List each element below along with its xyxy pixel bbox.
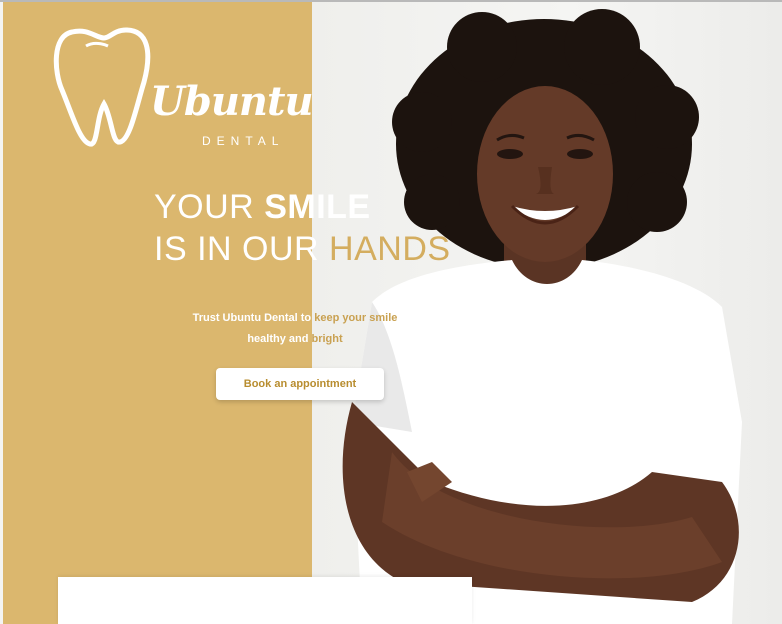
headline-line-1: YOUR SMILE xyxy=(154,186,451,228)
logo-wordmark: Ubuntu xyxy=(150,78,314,125)
headline-word-your: YOUR xyxy=(154,188,265,226)
subtext-part-b: keep your smile xyxy=(314,312,398,324)
brand-logo[interactable]: Ubuntu DENTAL xyxy=(52,22,314,157)
subtext-part-d: bright xyxy=(311,333,343,345)
subtext-line-2: healthy and bright xyxy=(175,329,415,350)
logo-subtitle: DENTAL xyxy=(202,134,285,148)
tooth-logo-icon xyxy=(53,27,151,147)
book-appointment-button[interactable]: Book an appointment xyxy=(216,368,384,400)
headline-word-smile: SMILE xyxy=(264,188,371,226)
headline-word-is-in-our: IS IN OUR xyxy=(154,230,330,268)
hero-headline: YOUR SMILE IS IN OUR HANDS xyxy=(154,186,451,270)
hero-subtext: Trust Ubuntu Dental to keep your smile h… xyxy=(175,308,415,350)
bottom-card xyxy=(58,577,472,624)
headline-word-hands: HANDS xyxy=(329,230,451,268)
headline-line-2: IS IN OUR HANDS xyxy=(154,228,451,270)
subtext-part-c: healthy and xyxy=(247,333,312,345)
subtext-line-1: Trust Ubuntu Dental to keep your smile xyxy=(175,308,415,329)
landing-page: Ubuntu DENTAL YOUR SMILE IS IN OUR HANDS… xyxy=(0,0,782,624)
subtext-part-a: Trust Ubuntu Dental to xyxy=(192,312,315,324)
